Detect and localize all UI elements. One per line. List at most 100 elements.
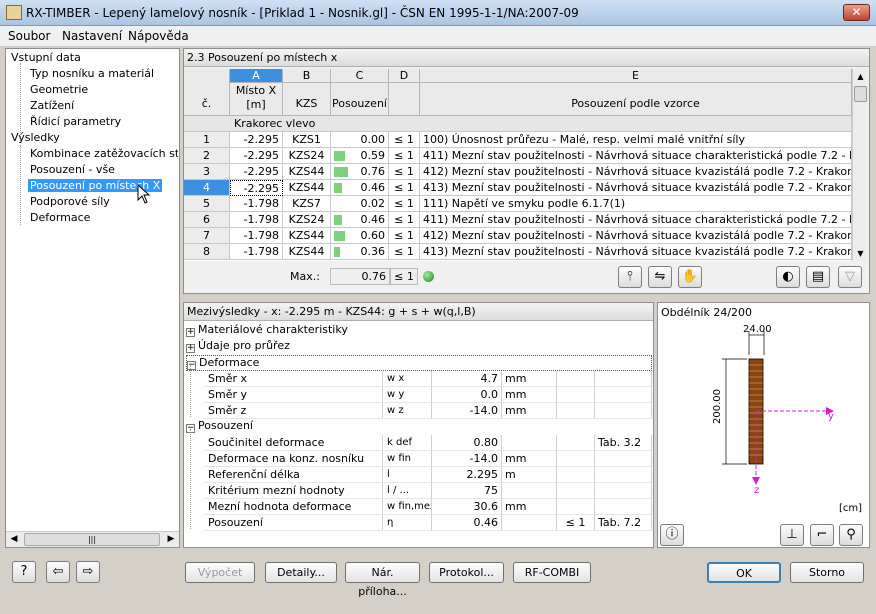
cell-le[interactable]: ≤ 1 xyxy=(389,212,420,228)
rf-combi-button[interactable]: RF-COMBI xyxy=(513,562,591,583)
filter-ratio-icon[interactable]: ▽ xyxy=(838,266,862,288)
info-icon[interactable]: ⓘ xyxy=(660,524,684,546)
zoom-icon[interactable]: ⚲ xyxy=(839,524,863,546)
cell-formula[interactable]: 411) Mezní stav použitelnosti - Návrhová… xyxy=(420,212,852,228)
cell-location[interactable]: -1.798 xyxy=(230,212,283,228)
details-button[interactable]: Detaily... xyxy=(265,562,337,583)
cell-le[interactable]: ≤ 1 xyxy=(389,132,420,148)
row-number[interactable]: 3 xyxy=(184,164,230,180)
beam-filter-icon[interactable]: ⫯ xyxy=(618,266,642,288)
row-number[interactable]: 7 xyxy=(184,228,230,244)
cross-section-panel: Obdélník 24/200 24.00 200.00 y z [cm] ⓘ … xyxy=(657,302,870,548)
cell-location[interactable]: -1.798 xyxy=(230,196,283,212)
cell-formula[interactable]: 413) Mezní stav použitelnosti - Návrhová… xyxy=(420,244,852,260)
cell-location[interactable]: -2.295 xyxy=(230,148,283,164)
inter-name: Referenční délka xyxy=(205,467,383,483)
cell-location[interactable]: -2.295 xyxy=(230,164,283,180)
menu-help[interactable]: Nápověda xyxy=(128,29,189,43)
tree-item-design-all[interactable]: Posouzení - vše xyxy=(30,163,115,176)
cell-formula[interactable]: 100) Únosnost průřezu - Malé, resp. velm… xyxy=(420,132,852,148)
cell-location[interactable]: -2.295 xyxy=(230,132,283,148)
color-scale-icon[interactable]: ◐ xyxy=(776,266,800,288)
hand-icon[interactable]: ✋ xyxy=(678,266,702,288)
col-letter-c[interactable]: C xyxy=(331,69,389,83)
tree-item-deformation[interactable]: Deformace xyxy=(30,211,90,224)
cell-formula[interactable]: 413) Mezní stav použitelnosti - Návrhová… xyxy=(420,180,852,196)
tree-group-results[interactable]: Výsledky xyxy=(11,131,60,144)
axes-icon[interactable]: ⌐ xyxy=(810,524,834,546)
ok-button[interactable]: OK xyxy=(707,562,781,583)
cell-design[interactable]: 0.59 xyxy=(331,148,389,164)
table-export-icon[interactable]: ▤ xyxy=(806,266,830,288)
row-number[interactable]: 5 xyxy=(184,196,230,212)
national-annex-button[interactable]: Nár. příloha... xyxy=(345,562,420,598)
menu-file[interactable]: Soubor xyxy=(8,29,50,43)
cell-formula[interactable]: 111) Napětí ve smyku podle 6.1.7(1) xyxy=(420,196,852,212)
cell-formula[interactable]: 412) Mezní stav použitelnosti - Návrhová… xyxy=(420,164,852,180)
close-button[interactable]: ✕ xyxy=(843,4,870,21)
cell-location[interactable]: -2.295 xyxy=(230,180,283,196)
row-number[interactable]: 1 xyxy=(184,132,230,148)
section-deformation[interactable]: − Deformace xyxy=(186,355,652,371)
export-icon[interactable]: ⇨ xyxy=(76,561,100,583)
section-material[interactable]: + Materiálové charakteristiky xyxy=(186,323,348,339)
cell-combination[interactable]: KZS7 xyxy=(283,196,331,212)
help-icon[interactable]: ? xyxy=(12,561,36,583)
cell-combination[interactable]: KZS44 xyxy=(283,180,331,196)
tree-item-combinations[interactable]: Kombinace zatěžovacích stavů xyxy=(30,147,178,160)
cell-le[interactable]: ≤ 1 xyxy=(389,196,420,212)
col-letter-b[interactable]: B xyxy=(283,69,331,83)
inter-name: Směr x xyxy=(205,371,383,387)
cell-le[interactable]: ≤ 1 xyxy=(389,164,420,180)
cell-combination[interactable]: KZS44 xyxy=(283,228,331,244)
cell-location[interactable]: -1.798 xyxy=(230,244,283,260)
cell-design[interactable]: 0.36 xyxy=(331,244,389,260)
cancel-button[interactable]: Storno xyxy=(790,562,864,583)
row-number[interactable]: 4 xyxy=(184,180,230,196)
row-number[interactable]: 6 xyxy=(184,212,230,228)
row-number[interactable]: 8 xyxy=(184,244,230,260)
tree-item-geometry[interactable]: Geometrie xyxy=(30,83,88,96)
table-vscrollbar[interactable]: ▲ ▼ xyxy=(852,69,868,261)
tree-item-support-forces[interactable]: Podporové síly xyxy=(30,195,110,208)
cell-design[interactable]: 0.46 xyxy=(331,180,389,196)
cell-location[interactable]: -1.798 xyxy=(230,228,283,244)
tree-item-loads[interactable]: Zatížení xyxy=(30,99,74,112)
col-letter-d[interactable]: D xyxy=(389,69,420,83)
cell-le[interactable]: ≤ 1 xyxy=(389,244,420,260)
col-letter-e[interactable]: E xyxy=(420,69,852,83)
import-icon[interactable]: ⇦ xyxy=(46,561,70,583)
calculate-button[interactable]: Výpočet xyxy=(185,562,255,583)
cell-combination[interactable]: KZS24 xyxy=(283,148,331,164)
beam-view-icon[interactable]: ⇋ xyxy=(648,266,672,288)
cell-formula[interactable]: 411) Mezní stav použitelnosti - Návrhová… xyxy=(420,148,852,164)
cell-le[interactable]: ≤ 1 xyxy=(389,180,420,196)
cell-le[interactable]: ≤ 1 xyxy=(389,148,420,164)
table-title: 2.3 Posouzení po místech x xyxy=(184,49,869,67)
col-letter-a[interactable]: A xyxy=(230,69,283,83)
cell-le[interactable]: ≤ 1 xyxy=(389,228,420,244)
protocol-button[interactable]: Protokol... xyxy=(429,562,504,583)
tree-item-control-params[interactable]: Řídicí parametry xyxy=(30,115,121,128)
cell-combination[interactable]: KZS44 xyxy=(283,164,331,180)
cell-design[interactable]: 0.46 xyxy=(331,212,389,228)
tree-hscrollbar[interactable]: ◀ ||| ▶ xyxy=(6,531,179,547)
cell-formula[interactable]: 412) Mezní stav použitelnosti - Návrhová… xyxy=(420,228,852,244)
cell-design[interactable]: 0.02 xyxy=(331,196,389,212)
design-value: 0.76 xyxy=(360,165,386,178)
dimension-icon[interactable]: ⊥ xyxy=(780,524,804,546)
section-cross-section[interactable]: + Údaje pro průřez xyxy=(186,339,290,355)
cell-combination[interactable]: KZS1 xyxy=(283,132,331,148)
cell-design[interactable]: 0.60 xyxy=(331,228,389,244)
row-number[interactable]: 2 xyxy=(184,148,230,164)
cell-combination[interactable]: KZS44 xyxy=(283,244,331,260)
tree-item-beam-type[interactable]: Typ nosníku a materiál xyxy=(30,67,154,80)
inter-ref xyxy=(595,467,652,483)
menu-settings[interactable]: Nastavení xyxy=(62,29,122,43)
section-design[interactable]: − Posouzení xyxy=(186,419,253,435)
cell-combination[interactable]: KZS24 xyxy=(283,212,331,228)
axis-z-label: z xyxy=(754,485,760,496)
cell-design[interactable]: 0.00 xyxy=(331,132,389,148)
cell-design[interactable]: 0.76 xyxy=(331,164,389,180)
tree-group-input[interactable]: Vstupní data xyxy=(11,51,81,64)
